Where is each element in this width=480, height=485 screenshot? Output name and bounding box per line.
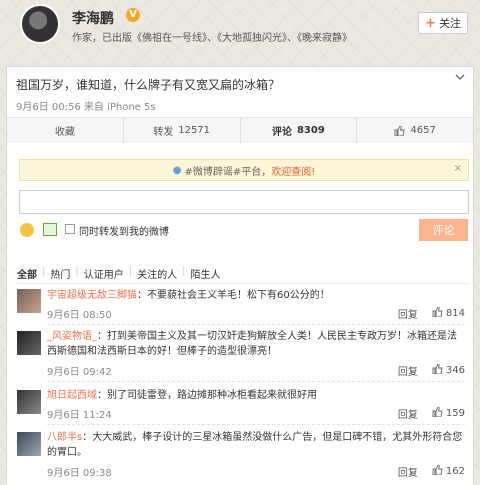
repost-label: 转发	[153, 127, 174, 138]
filter-strangers[interactable]: 陌生人	[186, 266, 226, 281]
comment-input[interactable]	[19, 190, 469, 214]
emoji-icon[interactable]	[20, 223, 34, 237]
repost-checkbox[interactable]	[65, 224, 75, 234]
thumbs-up-icon	[432, 406, 443, 420]
comment-text: ：不要藐社会王义羊毛！松下有60公分的！	[137, 290, 330, 301]
comment-count: 8309	[296, 125, 325, 136]
comment-like-count: 162	[445, 466, 465, 477]
avatar[interactable]	[17, 432, 41, 456]
avatar[interactable]	[17, 289, 41, 313]
profile-name[interactable]: 李海鹏	[72, 8, 114, 28]
filter-verified[interactable]: 认证用户	[79, 266, 129, 281]
chevron-down-icon[interactable]	[455, 71, 465, 85]
thumbs-up-icon	[432, 306, 443, 320]
comment-text: ：别了司徒雷登，路边摊那种冰柜看起来就很好用	[97, 390, 317, 401]
comment-time: 9月6日 08:50	[47, 310, 112, 321]
thumbs-up-icon	[432, 464, 443, 478]
repost-button[interactable]: 转发 12571	[124, 118, 241, 143]
reply-button[interactable]: 回复	[398, 464, 418, 479]
comment-like-button[interactable]: 159	[432, 406, 465, 420]
comment-divider	[47, 424, 465, 425]
comment-user[interactable]: 八郎半s	[47, 432, 82, 443]
filter-following[interactable]: 关注的人	[132, 266, 182, 281]
notice-text: #微博辟谣#平台，	[184, 166, 272, 178]
image-icon[interactable]	[43, 223, 57, 236]
comment-divider	[47, 381, 465, 382]
info-icon: ●	[172, 164, 182, 176]
comment-actions: 回复 346	[398, 363, 465, 378]
comment-text: ：打到美帝国主义及其一切汉奸走狗解放全人类！人民民主专政万岁！冰箱还是法西斯德国…	[47, 331, 457, 357]
profile-description: 作家，已出版《佛祖在一号线》、《大地孤独闪光》、《晚来寂静》	[72, 33, 352, 44]
comment-body: 旭日起西域：别了司徒雷登，路边摊那种冰柜看起来就很好用	[47, 388, 465, 403]
comment-divider	[47, 324, 465, 325]
avatar[interactable]	[17, 390, 41, 414]
thumbs-up-icon	[432, 363, 443, 377]
reply-button[interactable]: 回复	[398, 306, 418, 321]
avatar[interactable]	[20, 4, 60, 44]
filter-all[interactable]: 全部	[17, 266, 42, 281]
comment-body: 宇宙超级无敌三脚猫：不要藐社会王义羊毛！松下有60公分的！	[47, 288, 465, 303]
comment-tab[interactable]: 评论 8309	[241, 118, 358, 143]
repost-count: 12571	[178, 125, 211, 136]
comment-user[interactable]: 旭日起西域	[47, 390, 97, 401]
verified-badge-icon: V	[126, 8, 140, 22]
follow-button[interactable]: + 关注	[418, 12, 468, 34]
comment-actions: 回复 162	[398, 464, 465, 479]
comment-filter-bar: 全部 | 热门 | 认证用户 | 关注的人 | 陌生人	[17, 266, 226, 281]
comment-actions: 回复 159	[398, 406, 465, 421]
comment-like-count: 346	[445, 365, 465, 376]
post-actions-bar: 收藏 转发 12571 评论 8309 4657	[7, 117, 473, 143]
submit-comment-button[interactable]: 评论	[419, 219, 468, 241]
notice-link[interactable]: 欢迎查阅!	[271, 163, 315, 178]
comment-like-button[interactable]: 814	[432, 306, 465, 320]
favorite-button[interactable]: 收藏	[7, 118, 124, 143]
like-count: 4657	[410, 125, 436, 136]
follow-label: 关注	[438, 17, 461, 30]
thumbs-up-icon	[394, 125, 405, 136]
reply-button[interactable]: 回复	[398, 363, 418, 378]
repost-checkbox-label: 同时转发到我的微博	[79, 227, 169, 238]
comment-actions: 回复 814	[398, 306, 465, 321]
favorite-label: 收藏	[54, 127, 75, 138]
comment-like-count: 814	[445, 308, 465, 319]
comment-user[interactable]: _风姿物语_	[47, 331, 97, 342]
filter-hot[interactable]: 热门	[45, 266, 75, 281]
comment-like-button[interactable]: 162	[432, 464, 465, 478]
comment-text: ：大大威武，棒子设计的三星冰箱虽然没做什么广告，但是口碑不错，尤其外形符合您的胃…	[47, 432, 463, 458]
divider	[17, 283, 467, 284]
reply-button[interactable]: 回复	[398, 406, 418, 421]
comment-label: 评论	[271, 127, 292, 138]
plus-icon: +	[425, 15, 436, 31]
comment-time: 9月6日 11:24	[47, 410, 112, 421]
post-text: 祖国万岁，谁知道，什么牌子有又宽又扁的冰箱？	[16, 78, 281, 92]
notice-banner: ● #微博辟谣#平台， 欢迎查阅! ×	[19, 159, 469, 181]
comments-panel: ● #微博辟谣#平台， 欢迎查阅! × 同时转发到我的微博 评论 全部 | 热门…	[6, 148, 474, 485]
comment-body: 八郎半s：大大威武，棒子设计的三星冰箱虽然没做什么广告，但是口碑不错，尤其外形符…	[47, 430, 465, 460]
comment-time: 9月6日 09:42	[47, 367, 112, 378]
comment-time: 9月6日 09:38	[47, 468, 112, 479]
post-meta: 9月6日 00:56 来自 iPhone 5s	[16, 102, 156, 113]
comment-like-button[interactable]: 346	[432, 363, 465, 377]
comment-like-count: 159	[445, 408, 465, 419]
like-button[interactable]: 4657	[357, 118, 473, 143]
avatar[interactable]	[17, 331, 41, 355]
comment-user[interactable]: 宇宙超级无敌三脚猫	[47, 290, 137, 301]
close-icon[interactable]: ×	[454, 163, 462, 174]
comment-body: _风姿物语_：打到美帝国主义及其一切汉奸走狗解放全人类！人民民主专政万岁！冰箱还…	[47, 329, 465, 359]
